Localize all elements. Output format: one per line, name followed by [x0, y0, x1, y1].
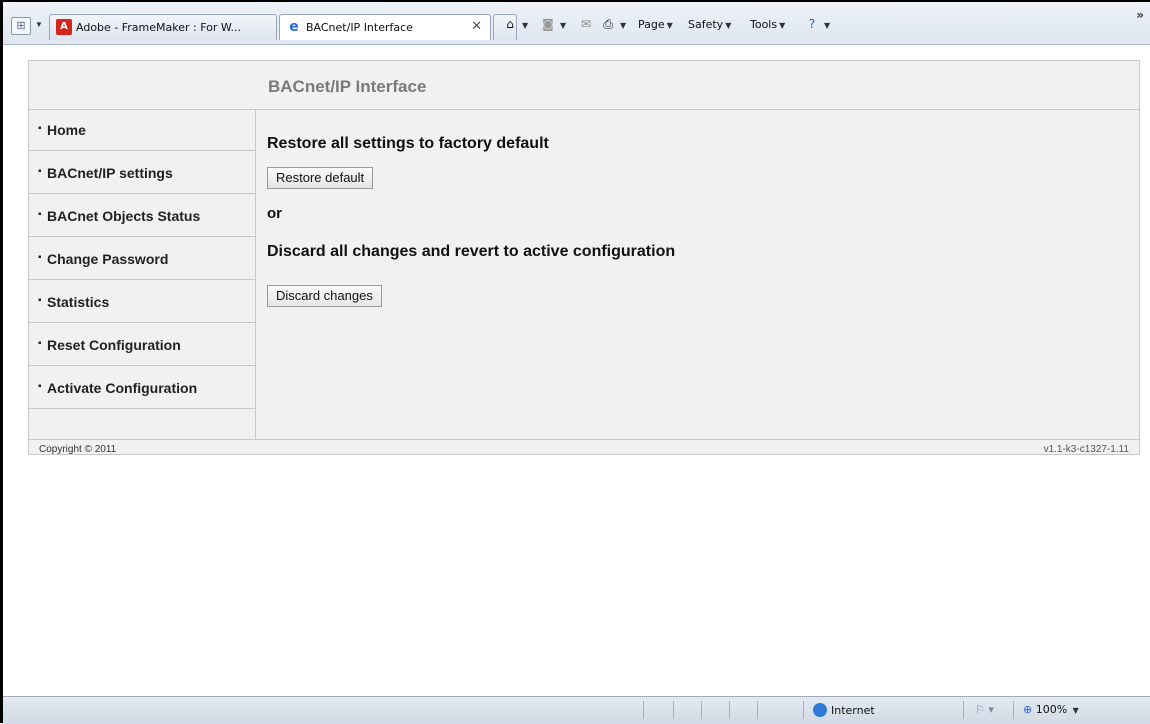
bullet-icon: ▪ — [38, 338, 42, 349]
bullet-icon: ▪ — [38, 209, 42, 220]
zone-label: Internet — [831, 704, 875, 717]
ie-icon: e — [289, 19, 299, 35]
zoom-control[interactable]: ⊕ 100% ▼ — [1023, 703, 1079, 716]
more-commands-chevron-icon[interactable]: » — [1136, 8, 1144, 22]
bullet-icon: ▪ — [38, 295, 42, 306]
tab-list-dropdown-icon[interactable]: ▼ — [33, 15, 45, 35]
version-text: v1.1-k3-c1327-1.11 — [1043, 444, 1129, 455]
feeds-icon[interactable]: ◙ — [540, 16, 556, 32]
sidebar-item-reset-configuration[interactable]: ▪ Reset Configuration — [29, 324, 255, 366]
status-divider — [673, 701, 674, 719]
footer-divider — [29, 439, 1139, 440]
or-label: or — [267, 205, 282, 222]
status-divider — [729, 701, 730, 719]
status-divider — [643, 701, 644, 719]
print-icon[interactable]: ⎙ — [600, 16, 616, 32]
print-dropdown-icon[interactable]: ▼ — [618, 18, 626, 31]
command-bar: ⌂ ▼ ◙ ▼ ✉ ⎙ ▼ Page ▼ Safety ▼ Tools ▼ ? ▼ » — [502, 8, 1144, 38]
sidebar-item-label[interactable]: Activate Configuration — [47, 380, 197, 396]
page-header: BACnet/IP Interface — [29, 61, 1139, 110]
sidebar-item-activate-configuration[interactable]: ▪ Activate Configuration — [29, 367, 255, 409]
security-zone[interactable]: Internet — [813, 703, 875, 717]
status-divider — [701, 701, 702, 719]
help-dropdown-icon[interactable]: ▼ — [822, 18, 830, 31]
sidebar-item-label[interactable]: BACnet/IP settings — [47, 165, 173, 181]
web-page: BACnet/IP Interface ▪ Home ▪ BACnet/IP s… — [28, 60, 1140, 455]
tab-label: Adobe - FrameMaker : For W... — [76, 21, 242, 34]
page-menu-label: Page — [638, 18, 665, 31]
zoom-level: 100% — [1035, 703, 1068, 716]
globe-icon — [813, 703, 827, 717]
sidebar-item-home[interactable]: ▪ Home — [29, 109, 255, 151]
bullet-icon: ▪ — [38, 123, 42, 134]
sidebar-item-label[interactable]: Statistics — [47, 294, 109, 310]
browser-tab-framemaker[interactable]: A Adobe - FrameMaker : For W... — [49, 14, 277, 40]
tools-menu-label: Tools — [750, 18, 778, 31]
safety-menu-label: Safety — [688, 18, 724, 31]
copyright-text: Copyright © 2011 — [39, 444, 117, 455]
sidebar-item-statistics[interactable]: ▪ Statistics — [29, 281, 255, 323]
discard-heading: Discard all changes and revert to active… — [267, 243, 676, 260]
tools-menu[interactable]: Tools ▼ — [750, 18, 785, 31]
quick-tabs-icon[interactable]: ⊞ — [11, 17, 31, 35]
restore-default-button[interactable]: Restore default — [267, 167, 374, 189]
feeds-dropdown-icon[interactable]: ▼ — [558, 18, 566, 31]
page-title: BACnet/IP Interface — [268, 77, 427, 96]
tab-label: BACnet/IP Interface — [306, 21, 413, 34]
bullet-icon: ▪ — [38, 381, 42, 392]
sidebar-item-label[interactable]: BACnet Objects Status — [47, 208, 200, 224]
status-bar: Internet ⚐ ▾ ⊕ 100% ▼ — [3, 696, 1150, 724]
status-divider — [803, 701, 804, 719]
discard-changes-button[interactable]: Discard changes — [267, 285, 382, 307]
help-icon[interactable]: ? — [804, 16, 820, 32]
safety-menu[interactable]: Safety ▼ — [688, 18, 731, 31]
page-menu[interactable]: Page ▼ — [638, 18, 673, 31]
sidebar-nav: ▪ Home ▪ BACnet/IP settings ▪ BACnet Obj… — [29, 109, 256, 439]
bullet-icon: ▪ — [38, 252, 42, 263]
sidebar-item-label[interactable]: Home — [47, 122, 86, 138]
adobe-icon: A — [56, 19, 72, 35]
sidebar-item-change-password[interactable]: ▪ Change Password — [29, 238, 255, 280]
bullet-icon: ▪ — [38, 166, 42, 177]
home-dropdown-icon[interactable]: ▼ — [520, 18, 528, 31]
sidebar-item-bacnet-objects-status[interactable]: ▪ BACnet Objects Status — [29, 195, 255, 237]
home-icon[interactable]: ⌂ — [502, 16, 518, 32]
status-divider — [757, 701, 758, 719]
status-divider — [1013, 701, 1014, 719]
sidebar-item-label[interactable]: Reset Configuration — [47, 337, 181, 353]
status-divider — [963, 701, 964, 719]
sidebar-item-bacnet-ip-settings[interactable]: ▪ BACnet/IP settings — [29, 152, 255, 194]
restore-heading: Restore all settings to factory default — [267, 135, 549, 152]
browser-tab-bacnet[interactable]: e BACnet/IP Interface ✕ — [279, 14, 491, 40]
sidebar-item-label[interactable]: Change Password — [47, 251, 168, 267]
mail-icon[interactable]: ✉ — [578, 16, 594, 32]
protected-mode-icon[interactable]: ⚐ ▾ — [975, 703, 994, 716]
window-frame-left — [0, 0, 3, 723]
zoom-icon: ⊕ — [1023, 703, 1033, 716]
browser-toolbar: ⊞ ▼ A Adobe - FrameMaker : For W... e BA… — [3, 2, 1150, 45]
main-content: Restore all settings to factory default … — [267, 109, 1127, 439]
close-tab-icon[interactable]: ✕ — [471, 19, 482, 34]
